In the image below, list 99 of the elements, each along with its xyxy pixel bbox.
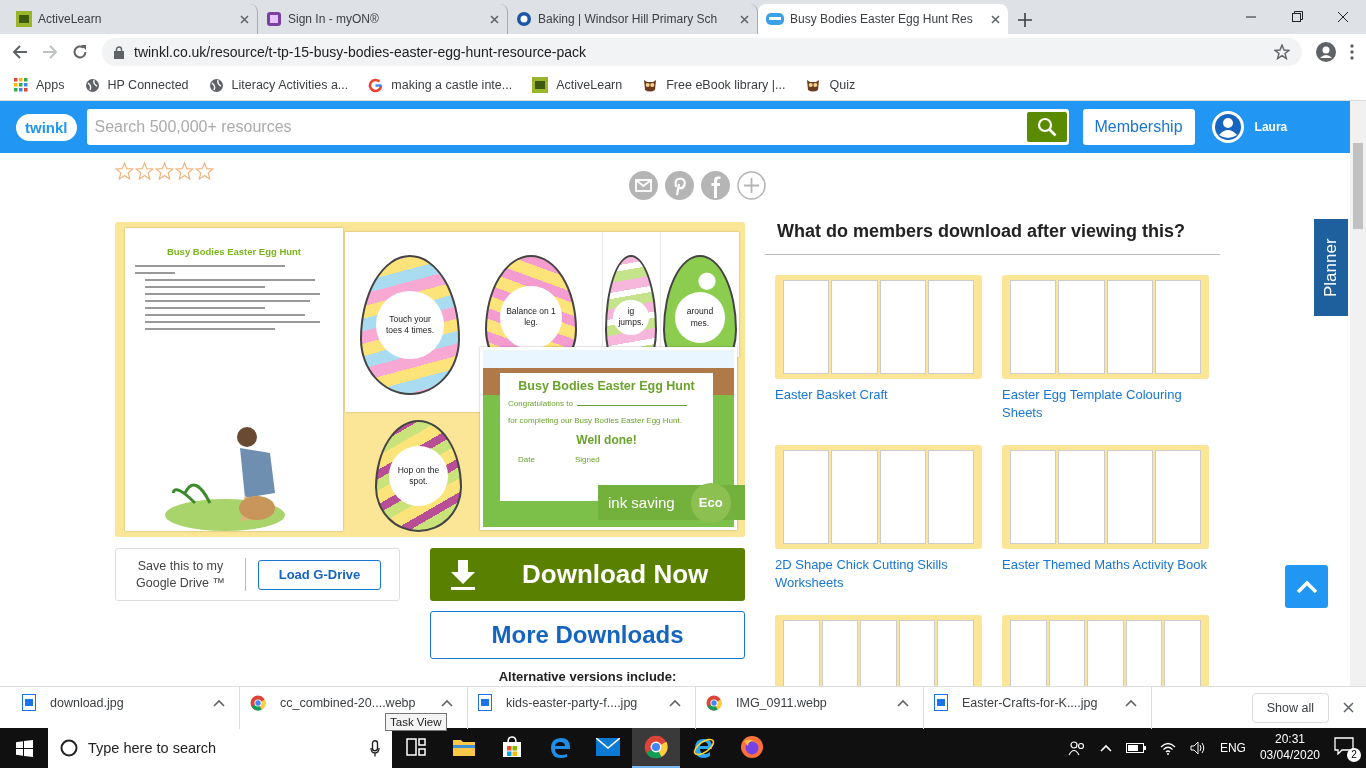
rating-star[interactable] — [155, 162, 174, 180]
image-file-icon — [478, 694, 492, 711]
firefox-icon — [740, 735, 764, 759]
reload-icon[interactable] — [72, 44, 88, 60]
user-avatar-icon[interactable] — [1210, 110, 1245, 144]
battery-icon[interactable] — [1125, 743, 1146, 753]
edge-e-icon — [549, 736, 571, 758]
cortana-circle-icon — [60, 739, 78, 757]
resource-link[interactable]: Easter Egg Template Colouring Sheets — [1002, 386, 1209, 423]
microphone-icon[interactable] — [370, 739, 380, 757]
rating-star[interactable] — [115, 162, 134, 180]
close-icon[interactable] — [490, 14, 499, 24]
resource-thumbnail-image[interactable] — [775, 275, 982, 379]
volume-icon[interactable] — [1189, 741, 1206, 755]
resource-thumbnail-image[interactable] — [1002, 275, 1209, 379]
rating-star[interactable] — [175, 162, 194, 180]
bookmark-link[interactable]: Apps — [14, 78, 65, 92]
rating-star[interactable] — [135, 162, 154, 180]
chrome-icon — [250, 694, 266, 711]
download-icon — [448, 559, 478, 590]
easter-egg-card: Hop on the spot. — [375, 420, 462, 532]
tooltip: Task View — [385, 713, 447, 731]
browser-tab[interactable]: Sign In - myON® — [258, 4, 508, 34]
show-all-button[interactable]: Show all — [1251, 692, 1329, 723]
shopping-bag-icon — [501, 736, 523, 758]
close-icon[interactable] — [240, 14, 249, 24]
caret-up-icon[interactable] — [897, 698, 909, 707]
worksheet-title: Busy Bodies Easter Egg Hunt — [165, 246, 303, 257]
more-downloads-button[interactable]: More Downloads — [430, 611, 745, 659]
search-button[interactable] — [1026, 112, 1067, 142]
section-heading: What do members download after viewing this? — [765, 221, 1220, 255]
browser-tab[interactable]: Baking | Windsor Hill Primary Sch — [508, 4, 758, 34]
date-label: Date — [518, 455, 535, 464]
taskbar-search-field[interactable]: Type here to search — [48, 728, 392, 768]
bookmark-link[interactable]: Free eBook library |... — [642, 77, 786, 93]
resource-preview-image[interactable] — [115, 222, 745, 537]
close-icon[interactable] — [991, 14, 1000, 24]
close-icon[interactable] — [740, 14, 749, 24]
load-g-drive-button[interactable]: Load G-Drive — [258, 559, 381, 590]
rating-star[interactable] — [195, 162, 214, 180]
language-indicator[interactable]: ENG — [1219, 741, 1246, 755]
back-arrow-icon[interactable] — [12, 44, 28, 60]
owl-icon — [642, 77, 659, 93]
google-g-icon — [368, 77, 384, 93]
ink-saving-badge: ink saving Eco — [598, 485, 745, 520]
bookmark-link[interactable]: making a castle inte... — [368, 77, 513, 93]
globe-icon — [84, 77, 100, 93]
certificate-heading: Well done! — [575, 433, 638, 447]
bookmark-link[interactable]: ActiveLearn — [532, 77, 623, 93]
planner-tab[interactable]: Planner — [1314, 219, 1348, 316]
image-file-icon — [934, 694, 948, 711]
circle-logo-icon — [516, 11, 532, 27]
mail-envelope-icon — [596, 738, 620, 756]
bookmark-link[interactable]: HP Connected — [84, 77, 189, 93]
chrome-icon — [706, 694, 722, 711]
resource-link[interactable]: 2D Shape Chick Cutting Skills Worksheets — [775, 556, 982, 593]
account-avatar-icon[interactable] — [1316, 42, 1336, 62]
chevron-up-icon — [1295, 579, 1318, 594]
menu-icon[interactable] — [1350, 44, 1354, 60]
clock[interactable]: 20:31 03/04/2020 — [1259, 732, 1320, 764]
caret-up-icon[interactable] — [1125, 698, 1137, 707]
taskbar-app[interactable] — [632, 728, 680, 768]
close-icon[interactable] — [1343, 701, 1354, 713]
owl-icon — [805, 77, 822, 93]
signed-label: Signed — [574, 455, 600, 464]
resource-link[interactable]: Easter Basket Craft — [775, 386, 982, 405]
search-icon — [1036, 117, 1057, 137]
alternative-versions-heading: Alternative versions include: — [497, 669, 678, 684]
resource-thumbnail-image[interactable] — [775, 445, 982, 549]
folder-icon — [452, 737, 476, 757]
resource-thumbnail-image[interactable] — [1002, 445, 1209, 549]
certificate-title: Busy Bodies Easter Egg Hunt — [517, 379, 696, 393]
browser-tab[interactable]: ActiveLearn — [8, 4, 258, 34]
wifi-icon[interactable] — [1159, 741, 1176, 755]
chrome-icon — [644, 735, 668, 759]
browser-tab[interactable]: Busy Bodies Easter Egg Hunt Res — [758, 4, 1008, 34]
save-to-drive-text: Save this to my Google Drive ™ — [128, 557, 246, 592]
bookmark-star-icon[interactable] — [1274, 44, 1290, 60]
image-file-icon — [22, 694, 36, 711]
bookmark-link[interactable]: Literacy Activities a... — [208, 77, 349, 93]
windows-logo-icon[interactable] — [15, 739, 33, 757]
certificate-text: Congratulations to — [508, 399, 705, 408]
caret-up-icon[interactable] — [441, 698, 453, 707]
membership-button[interactable]: Membership — [1082, 109, 1195, 145]
certificate-text: for completing our Busy Bodies Easter Egg Hunt. — [508, 416, 683, 425]
plus-icon[interactable] — [1018, 13, 1032, 27]
lock-icon — [114, 45, 124, 59]
task-view-icon — [406, 738, 426, 756]
scroll-bar[interactable] — [1350, 101, 1366, 686]
caret-up-icon[interactable] — [669, 698, 681, 707]
resource-link[interactable]: Easter Themed Maths Activity Book — [1002, 556, 1209, 575]
bookmark-link[interactable]: Quiz — [805, 77, 856, 93]
people-icon[interactable] — [1067, 740, 1086, 756]
scroll-to-top-button[interactable] — [1285, 565, 1328, 608]
address-bar[interactable]: twinkl.co.uk/resource/t-tp-15-busy-bodies-easter-egg-hunt-resource-pack — [102, 38, 1302, 66]
caret-up-icon[interactable] — [213, 698, 225, 707]
apps-grid-icon — [14, 78, 28, 92]
globe-icon — [208, 77, 224, 93]
download-button[interactable]: Download Now — [430, 548, 745, 601]
